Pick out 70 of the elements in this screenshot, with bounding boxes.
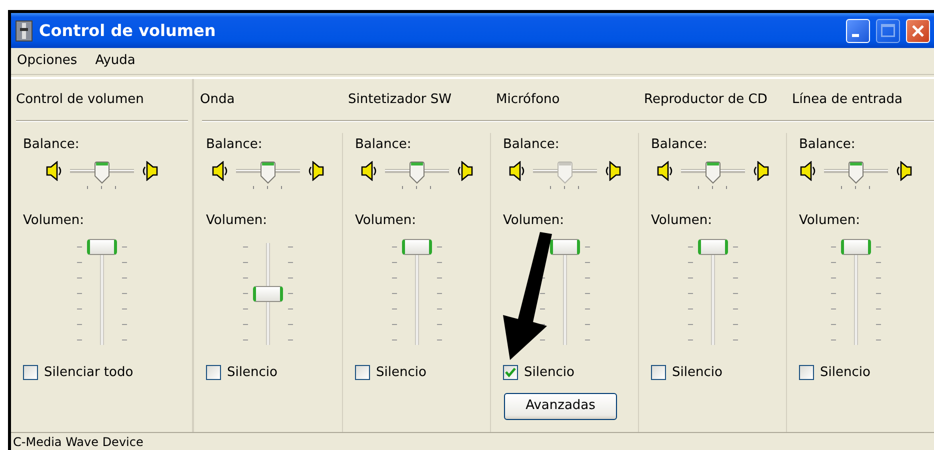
channel-name: Control de volumen [16,90,144,109]
channel-name: Onda [200,90,235,109]
mute-label: Silencio [524,364,574,382]
slider-thumb[interactable] [402,239,432,255]
channel-name: Reproductor de CD [644,90,768,109]
slider-thumb[interactable] [550,239,580,255]
channel-name: Línea de entrada [792,90,902,109]
balance-slider[interactable] [384,161,448,191]
mute-checkbox[interactable] [23,365,38,380]
slider-thumb[interactable] [253,286,283,302]
mute-checkbox[interactable] [206,365,221,380]
speaker-icon [656,161,672,181]
slider-thumb[interactable] [408,161,424,185]
balance-label: Balance: [798,136,856,154]
speaker-icon [308,161,324,181]
menu-item[interactable]: Opciones [16,51,78,71]
close-icon [912,24,924,36]
mute-checkbox[interactable] [799,365,814,380]
slider-thumb[interactable] [260,161,276,185]
balance-label: Balance: [502,136,560,154]
slider-thumb[interactable] [841,239,871,255]
volume-label: Volumen: [354,212,417,230]
balance-label: Balance: [205,136,264,154]
speaker-icon [604,161,620,181]
speaker-icon [896,161,912,181]
channel-name: Micrófono [496,90,560,109]
balance-label: Balance: [650,136,708,154]
balance-label: Balance: [22,136,80,154]
volume-label: Volumen: [22,212,85,230]
speaker-icon [212,161,228,181]
minimize-icon [852,34,859,37]
slider-thumb[interactable] [704,161,720,185]
volume-label: Volumen: [798,212,861,230]
slider-thumb[interactable] [848,161,864,185]
balance-slider[interactable] [70,161,134,191]
speaker-icon [360,161,376,181]
app-icon [15,20,33,42]
mute-label: Silencio [820,364,870,382]
close-button[interactable] [906,18,930,42]
mute-checkbox[interactable] [651,365,666,380]
volume-label: Volumen: [205,212,268,230]
volume-label: Volumen: [502,212,565,230]
balance-slider[interactable] [824,161,888,191]
slider-thumb[interactable] [86,239,116,255]
speaker-icon [142,161,158,181]
maximize-icon [881,24,895,37]
speaker-icon [508,161,524,181]
mute-label: Silencio [227,364,278,382]
balance-slider[interactable] [680,161,744,191]
window-title: Control de volumen [39,20,217,42]
speaker-icon [456,161,472,181]
mute-label: Silenciar todo [44,364,134,382]
advanced-button[interactable]: Avanzadas [504,392,617,420]
speaker-icon [752,161,768,181]
speaker-icon [46,161,62,181]
mute-checkbox[interactable] [503,365,518,380]
status-text: C-Media Wave Device [13,434,144,450]
balance-slider[interactable] [236,161,300,191]
balance-slider[interactable] [532,161,596,191]
slider-thumb[interactable] [698,239,728,255]
volume-label: Volumen: [650,212,713,230]
mute-checkbox[interactable] [355,365,370,380]
speaker-icon [800,161,816,181]
mute-label: Silencio [672,364,722,382]
balance-label: Balance: [354,136,412,154]
menu-item[interactable]: Ayuda [94,51,136,71]
minimize-button[interactable] [846,18,870,42]
slider-thumb[interactable] [94,161,110,185]
channel-name: Sintetizador SW [348,90,452,109]
mute-label: Silencio [376,364,426,382]
